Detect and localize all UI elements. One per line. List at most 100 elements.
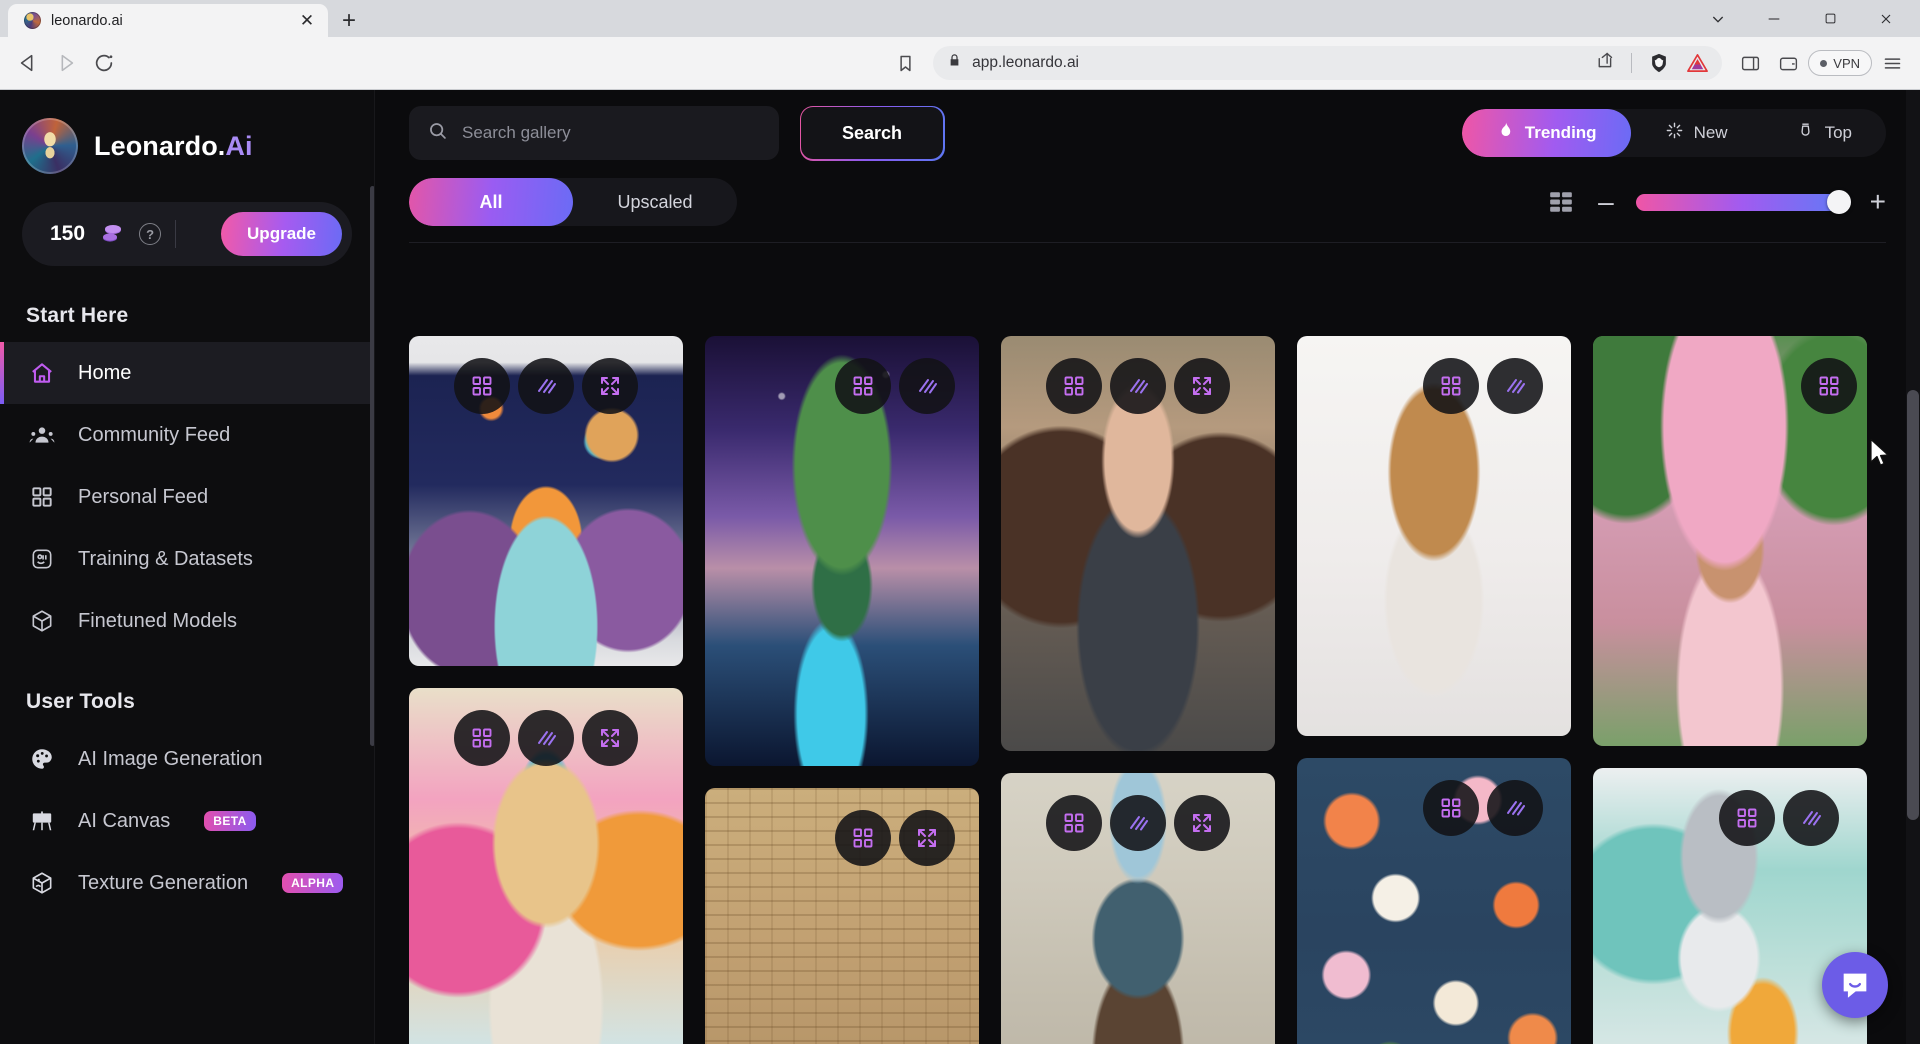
search-input[interactable] — [462, 123, 761, 143]
gallery-column — [705, 336, 979, 1044]
tab-new[interactable]: New — [1631, 109, 1762, 157]
coins-icon — [99, 223, 125, 245]
close-window-button[interactable] — [1858, 0, 1914, 37]
remix-icon[interactable] — [1423, 780, 1479, 836]
back-arrow-icon[interactable] — [10, 45, 46, 81]
motion-icon[interactable] — [1110, 358, 1166, 414]
remix-icon[interactable] — [1801, 358, 1857, 414]
new-tab-button[interactable]: + — [328, 4, 370, 37]
intercom-chat-button[interactable] — [1822, 952, 1888, 1018]
motion-icon[interactable] — [899, 358, 955, 414]
bookmark-icon[interactable] — [887, 45, 923, 81]
browser-tab[interactable]: leonardo.ai ✕ — [8, 4, 328, 37]
question-mark-icon[interactable]: ? — [139, 223, 162, 245]
app-sidebar: Leonardo.Ai 150 ? Upgrade Start Here Hom… — [0, 90, 375, 1044]
sidebar-item-home[interactable]: Home — [0, 342, 374, 404]
remix-icon[interactable] — [1719, 790, 1775, 846]
expand-icon[interactable] — [1174, 358, 1230, 414]
sidebar-item-community-feed[interactable]: Community Feed — [0, 404, 374, 466]
card-action-bar — [454, 710, 638, 766]
hamburger-menu-icon[interactable] — [1874, 45, 1910, 81]
remix-icon[interactable] — [454, 710, 510, 766]
motion-icon[interactable] — [1110, 795, 1166, 851]
search-button[interactable]: Search — [799, 105, 945, 161]
motion-icon[interactable] — [518, 710, 574, 766]
gallery-card[interactable] — [1001, 336, 1275, 751]
sidebar-item-ai-image-generation[interactable]: AI Image Generation — [0, 728, 374, 790]
gallery-grid — [375, 302, 1920, 1044]
card-action-bar — [1423, 780, 1543, 836]
sparkle-icon — [1665, 121, 1684, 145]
sidebar-item-training-datasets[interactable]: Training & Datasets — [0, 528, 374, 590]
upgrade-button[interactable]: Upgrade — [221, 212, 342, 256]
gallery-card[interactable] — [705, 336, 979, 766]
sidebar-item-ai-canvas[interactable]: AI Canvas BETA — [0, 790, 374, 852]
zoom-slider[interactable] — [1635, 190, 1851, 214]
expand-icon[interactable] — [582, 710, 638, 766]
brave-shields-icon[interactable] — [1648, 52, 1670, 74]
zoom-out-button[interactable]: – — [1598, 188, 1614, 216]
minimize-window-button[interactable] — [1746, 0, 1802, 37]
tab-label: New — [1693, 123, 1728, 142]
motion-icon[interactable] — [1487, 358, 1543, 414]
gallery-card[interactable] — [409, 688, 683, 1044]
remix-icon[interactable] — [835, 358, 891, 414]
sidebar-item-label: Finetuned Models — [78, 609, 237, 632]
gallery-card[interactable] — [705, 788, 979, 1044]
expand-icon[interactable] — [1174, 795, 1230, 851]
bat-rewards-icon[interactable] — [1686, 52, 1709, 74]
motion-icon[interactable] — [1783, 790, 1839, 846]
page-scrollbar[interactable] — [1906, 90, 1920, 1044]
zoom-slider-handle[interactable] — [1826, 190, 1851, 214]
tab-all[interactable]: All — [409, 178, 573, 226]
gallery-card[interactable] — [1297, 336, 1571, 736]
wallet-icon[interactable] — [1770, 45, 1806, 81]
window-controls — [1690, 0, 1914, 37]
sidebar-item-finetuned-models[interactable]: Finetuned Models — [0, 590, 374, 652]
expand-icon[interactable] — [582, 358, 638, 414]
maximize-window-button[interactable] — [1802, 0, 1858, 37]
vpn-status-dot-icon — [1820, 59, 1828, 67]
brand-logo-link[interactable]: Leonardo.Ai — [0, 90, 374, 174]
remix-icon[interactable] — [835, 810, 891, 866]
gallery-card[interactable] — [409, 336, 683, 666]
gallery-card[interactable] — [1297, 758, 1571, 1044]
page-scrollbar-thumb[interactable] — [1907, 390, 1919, 820]
masonry-layout — [409, 336, 1880, 1044]
expand-icon[interactable] — [899, 810, 955, 866]
reload-icon[interactable] — [86, 45, 122, 81]
motion-icon[interactable] — [1487, 780, 1543, 836]
tab-trending[interactable]: Trending — [1461, 109, 1631, 157]
search-gallery-field[interactable] — [409, 106, 779, 160]
card-action-bar — [1046, 795, 1230, 851]
sidebar-item-label: Personal Feed — [78, 485, 209, 508]
page-viewport: Leonardo.Ai 150 ? Upgrade Start Here Hom… — [0, 90, 1920, 1044]
gallery-card[interactable] — [1593, 768, 1867, 1044]
sort-controls: Trending New Top — [1461, 109, 1886, 157]
vpn-toggle-button[interactable]: VPN — [1808, 50, 1873, 76]
sidebar-panel-icon[interactable] — [1732, 45, 1768, 81]
remix-icon[interactable] — [454, 358, 510, 414]
share-icon[interactable] — [1594, 50, 1615, 76]
remix-icon[interactable] — [1046, 795, 1102, 851]
zoom-in-button[interactable]: + — [1870, 188, 1886, 216]
motion-icon[interactable] — [518, 358, 574, 414]
forward-arrow-icon[interactable] — [48, 45, 84, 81]
toolbar-divider — [409, 242, 1886, 243]
tab-search-chevron-icon[interactable] — [1690, 0, 1746, 37]
sidebar-item-texture-generation[interactable]: Texture Generation ALPHA — [0, 852, 374, 914]
remix-icon[interactable] — [1046, 358, 1102, 414]
gallery-column — [1593, 336, 1867, 1044]
address-bar[interactable]: app.leonardo.ai — [933, 46, 1723, 80]
tab-title: leonardo.ai — [51, 12, 123, 29]
remix-icon[interactable] — [1423, 358, 1479, 414]
tab-top[interactable]: Top — [1762, 109, 1886, 157]
tab-upscaled[interactable]: Upscaled — [573, 178, 737, 226]
sort-segmented-control: Trending New Top — [1461, 109, 1886, 157]
gallery-card[interactable] — [1001, 773, 1275, 1044]
close-tab-icon[interactable]: ✕ — [296, 10, 318, 32]
gallery-card[interactable] — [1593, 336, 1867, 746]
sidebar-item-personal-feed[interactable]: Personal Feed — [0, 466, 374, 528]
card-action-bar — [835, 810, 955, 866]
grid-density-icon[interactable] — [1546, 189, 1576, 215]
